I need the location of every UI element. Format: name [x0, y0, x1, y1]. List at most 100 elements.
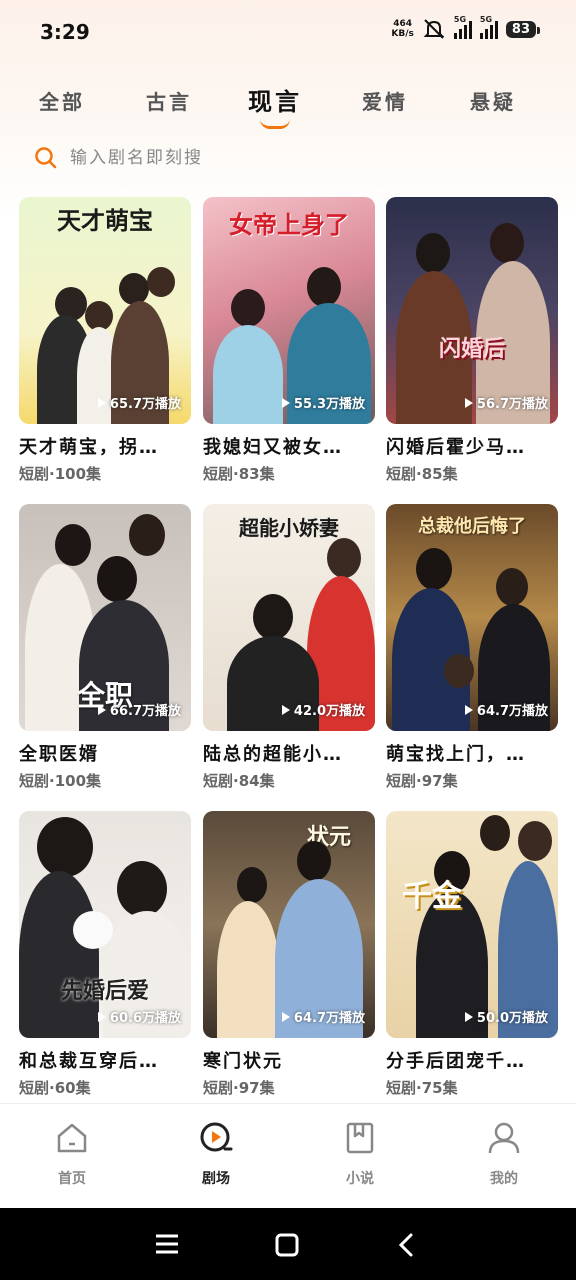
drama-card[interactable]: 闪婚后 56.7万播放 闪婚后霍少马… 短剧·85集: [386, 197, 558, 493]
status-bar: 3:29 464 KB/s 5G 5G 83: [0, 0, 576, 64]
play-count: 56.7万播放: [464, 393, 548, 412]
drama-card[interactable]: 状元 64.7万播放 寒门状元 短剧·97集: [203, 811, 375, 1107]
tab-modern[interactable]: 现言: [240, 82, 310, 129]
drama-cover: 超能小娇妻 42.0万播放: [203, 504, 375, 731]
cover-title: 超能小娇妻: [239, 516, 339, 540]
drama-title: 全职医婿: [19, 744, 99, 765]
nav-profile[interactable]: 我的: [464, 1120, 544, 1188]
nav-home[interactable]: 首页: [32, 1120, 112, 1188]
play-count: 42.0万播放: [281, 700, 365, 719]
play-count: 65.7万播放: [97, 393, 181, 412]
tab-modern-label: 现言: [248, 88, 302, 116]
tab-suspense[interactable]: 悬疑: [458, 86, 528, 115]
nav-theater[interactable]: 剧场: [176, 1120, 256, 1188]
cover-title: 千金: [402, 879, 462, 914]
drama-card[interactable]: 千金 50.0万播放 分手后团宠千… 短剧·75集: [386, 811, 558, 1107]
signal-1-label: 5G: [453, 15, 467, 24]
drama-meta: 短剧·84集: [203, 772, 275, 790]
search-icon: [35, 147, 57, 169]
play-icon: [281, 1011, 290, 1022]
play-icon: [97, 397, 106, 408]
drama-title: 寒门状元: [203, 1051, 283, 1072]
drama-meta: 短剧·100集: [19, 772, 102, 790]
drama-title: 陆总的超能小…: [203, 744, 343, 765]
home-square-icon[interactable]: [274, 1232, 300, 1258]
status-time: 3:29: [40, 20, 90, 44]
play-icon: [281, 397, 290, 408]
drama-card[interactable]: 总裁他后悔了 64.7万播放 萌宝找上门，… 短剧·97集: [386, 504, 558, 800]
tab-romance[interactable]: 爱情: [350, 86, 420, 115]
play-icon: [97, 704, 106, 715]
play-count: 50.0万播放: [464, 1007, 548, 1026]
home-icon: [57, 1123, 87, 1153]
cover-title: 先婚后爱: [60, 979, 149, 1004]
drama-title: 闪婚后霍少马…: [386, 437, 526, 458]
network-speed: 464 KB/s: [391, 19, 413, 39]
network-speed-value: 464: [393, 19, 413, 29]
drama-cover: 状元 64.7万播放: [203, 811, 375, 1038]
play-icon: [464, 397, 473, 408]
cover-title: 闪婚后: [438, 337, 505, 362]
drama-card[interactable]: 先婚后爱 60.6万播放 和总裁互穿后… 短剧·60集: [19, 811, 191, 1107]
drama-meta: 短剧·60集: [19, 1079, 91, 1097]
tab-ancient[interactable]: 古言: [134, 86, 204, 115]
drama-card[interactable]: 全职 66.7万播放 全职医婿 短剧·100集: [19, 504, 191, 800]
play-count: 64.7万播放: [464, 700, 548, 719]
drama-cover: 总裁他后悔了 64.7万播放: [386, 504, 558, 731]
bottom-navigation: 首页 剧场 小说 我的: [0, 1103, 576, 1206]
drama-card[interactable]: 天才萌宝 65.7万播放 天才萌宝，拐… 短剧·100集: [19, 197, 191, 493]
status-icons: 464 KB/s 5G 5G 83: [391, 15, 541, 40]
drama-cover: 全职 66.7万播放: [19, 504, 191, 731]
drama-meta: 短剧·100集: [19, 465, 102, 483]
battery-icon: 83: [505, 20, 541, 38]
nav-novel[interactable]: 小说: [320, 1120, 400, 1188]
search-input[interactable]: [70, 148, 370, 168]
category-tabs: 全部 古言 现言 爱情 悬疑: [0, 80, 576, 129]
drama-title: 和总裁互穿后…: [19, 1051, 159, 1072]
drama-meta: 短剧·83集: [203, 465, 275, 483]
play-icon: [464, 704, 473, 715]
menu-icon[interactable]: [154, 1232, 182, 1256]
drama-cover: 天才萌宝 65.7万播放: [19, 197, 191, 424]
drama-title: 分手后团宠千…: [386, 1051, 526, 1072]
mute-icon: [423, 19, 445, 39]
nav-theater-label: 剧场: [202, 1171, 230, 1187]
profile-icon: [488, 1122, 520, 1154]
back-icon[interactable]: [396, 1232, 416, 1258]
drama-title: 萌宝找上门，…: [386, 744, 526, 765]
nav-home-label: 首页: [58, 1171, 86, 1187]
nav-novel-label: 小说: [346, 1171, 374, 1187]
drama-meta: 短剧·85集: [386, 465, 458, 483]
drama-title: 我媳妇又被女…: [203, 437, 343, 458]
play-icon: [281, 704, 290, 715]
play-icon: [464, 1011, 473, 1022]
drama-cover: 千金 50.0万播放: [386, 811, 558, 1038]
drama-meta: 短剧·75集: [386, 1079, 458, 1097]
drama-cover: 先婚后爱 60.6万播放: [19, 811, 191, 1038]
cover-title: 女帝上身了: [229, 211, 349, 239]
play-count: 60.6万播放: [97, 1007, 181, 1026]
drama-cover: 闪婚后 56.7万播放: [386, 197, 558, 424]
nav-profile-label: 我的: [490, 1171, 518, 1187]
play-icon: [97, 1011, 106, 1022]
cover-title: 天才萌宝: [57, 207, 153, 235]
signal-1-icon: 5G: [453, 15, 472, 39]
search-bar[interactable]: [34, 146, 370, 170]
drama-title: 天才萌宝，拐…: [19, 437, 159, 458]
drama-card[interactable]: 超能小娇妻 42.0万播放 陆总的超能小… 短剧·84集: [203, 504, 375, 800]
signal-2-label: 5G: [479, 15, 493, 24]
drama-meta: 短剧·97集: [203, 1079, 275, 1097]
cover-title: 总裁他后悔了: [418, 516, 526, 537]
signal-2-icon: 5G: [479, 15, 498, 39]
drama-meta: 短剧·97集: [386, 772, 458, 790]
system-navigation-bar: [0, 1208, 576, 1280]
drama-cover: 女帝上身了 55.3万播放: [203, 197, 375, 424]
tab-all[interactable]: 全部: [27, 86, 97, 115]
theater-play-icon: [200, 1122, 233, 1152]
play-count: 55.3万播放: [281, 393, 365, 412]
play-count: 66.7万播放: [97, 700, 181, 719]
book-icon: [346, 1122, 374, 1154]
drama-card[interactable]: 女帝上身了 55.3万播放 我媳妇又被女… 短剧·83集: [203, 197, 375, 493]
play-count: 64.7万播放: [281, 1007, 365, 1026]
network-speed-unit: KB/s: [391, 29, 414, 39]
